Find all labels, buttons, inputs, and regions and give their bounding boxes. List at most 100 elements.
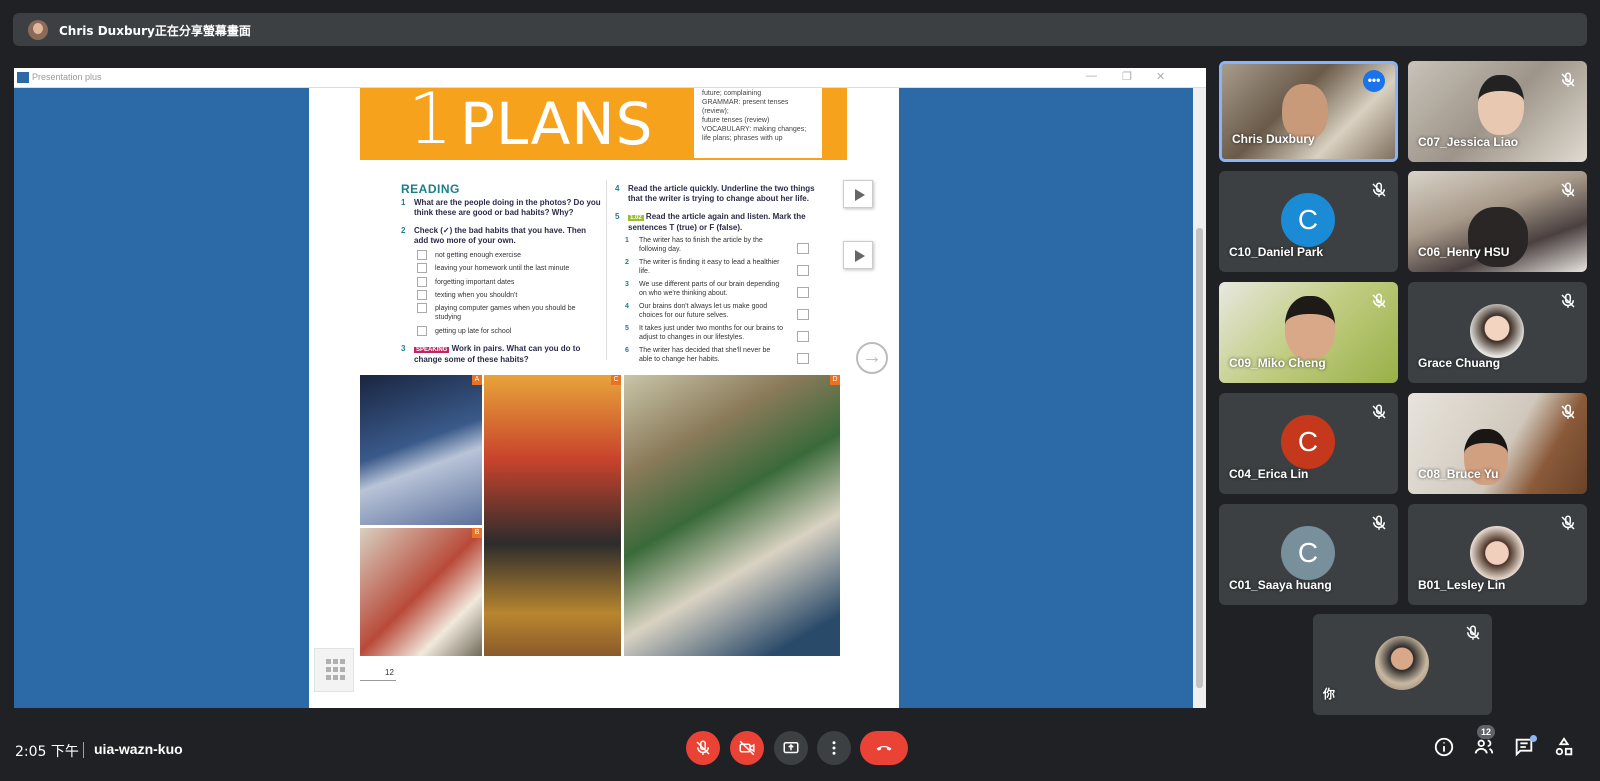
window-scrollbar[interactable]	[1193, 88, 1206, 708]
leave-call-icon	[876, 745, 892, 751]
avatar-initial: C	[1281, 193, 1335, 247]
answer-box[interactable]	[797, 265, 809, 276]
mic-off-icon	[1370, 514, 1388, 532]
habit-label: getting up late for school	[435, 328, 512, 335]
minimize-button[interactable]: —	[1086, 70, 1097, 82]
bottom-bar: 2:05 下午 uia-wazn-kuo 12	[0, 718, 1600, 781]
photo-students-studying[interactable]: D	[624, 375, 840, 656]
mic-off-icon	[1559, 292, 1577, 310]
photo-boy-gaming[interactable]: A	[360, 375, 482, 525]
activities-button[interactable]	[1553, 736, 1577, 760]
habit-checkbox[interactable]	[417, 326, 427, 336]
participant-name: Chris Duxbury	[1232, 132, 1315, 146]
participant-tile[interactable]: C09_Miko Cheng	[1219, 282, 1398, 383]
unit-number: 1	[408, 78, 453, 160]
question-3: 3 SPEAKING Work in pairs. What can you d…	[401, 344, 581, 364]
habit-checkbox[interactable]	[417, 263, 427, 273]
question-4: 4 Read the article quickly. Underline th…	[615, 184, 815, 203]
participant-tile[interactable]: C C10_Daniel Park	[1219, 171, 1398, 272]
mic-off-icon	[1559, 181, 1577, 199]
habit-checkbox[interactable]	[417, 250, 427, 260]
play-audio-button[interactable]	[843, 241, 873, 269]
photo-label: A	[472, 375, 482, 385]
participant-tile[interactable]: C C01_Saaya huang	[1219, 504, 1398, 605]
close-button[interactable]: ✕	[1156, 70, 1165, 83]
meeting-code: uia-wazn-kuo	[94, 741, 183, 757]
page-grid-button[interactable]	[314, 648, 354, 692]
separator	[83, 742, 84, 758]
participant-tile[interactable]: ••• Chris Duxbury	[1219, 61, 1398, 162]
question-5: 5 1.02 Read the article again and listen…	[615, 212, 806, 232]
participant-tile[interactable]: C07_Jessica Liao	[1408, 61, 1587, 162]
textbook-page: 1 PLANS future; complaining GRAMMAR: pre…	[309, 78, 899, 708]
avatar-photo	[1470, 526, 1524, 580]
restore-button[interactable]: ❐	[1122, 70, 1132, 83]
participant-name: C01_Saaya huang	[1229, 578, 1332, 592]
presenter-avatar	[28, 20, 48, 40]
participant-tile[interactable]: Grace Chuang	[1408, 282, 1587, 383]
toggle-mic-button[interactable]	[686, 731, 720, 765]
participant-tile[interactable]: B01_Lesley Lin	[1408, 504, 1587, 605]
answer-box[interactable]	[797, 287, 809, 298]
participant-tile[interactable]: C06_Henry HSU	[1408, 171, 1587, 272]
more-icon	[832, 741, 836, 755]
toggle-camera-button[interactable]	[730, 731, 764, 765]
reading-heading: READING	[401, 182, 460, 196]
next-page-button[interactable]: →	[856, 342, 888, 374]
self-tile[interactable]: 你	[1313, 614, 1492, 715]
info-line: GRAMMAR: present tenses (review);	[702, 99, 789, 115]
photo-label: B	[472, 528, 482, 538]
photo-girl-running[interactable]: C	[484, 375, 621, 656]
answer-box[interactable]	[797, 353, 809, 364]
unit-title: PLANS	[460, 90, 654, 158]
participant-tile[interactable]: C C04_Erica Lin	[1219, 393, 1398, 494]
meeting-info-button[interactable]	[1433, 736, 1457, 760]
info-line: VOCABULARY: making changes;	[702, 126, 807, 133]
info-line: future; complaining	[702, 90, 762, 97]
shared-screen: Presentation plus — ❐ ✕ 1 PLANS future; …	[14, 68, 1206, 708]
speaking-tag: SPEAKING	[414, 347, 450, 353]
present-button[interactable]	[774, 731, 808, 765]
avatar-photo	[1375, 636, 1429, 690]
page-rule	[360, 680, 396, 681]
participant-name: 你	[1323, 687, 1336, 701]
participant-name: Grace Chuang	[1418, 356, 1501, 370]
question-2: 2 Check (✓) the bad habits that you have…	[401, 226, 587, 245]
mic-off-icon	[1559, 71, 1577, 89]
play-audio-button[interactable]	[843, 180, 873, 208]
window-title: Presentation plus	[32, 72, 102, 82]
statement: 4 Our brains don't always let us make goo…	[625, 303, 768, 319]
leave-call-button[interactable]	[860, 731, 908, 765]
mic-off-icon	[1464, 624, 1482, 642]
avatar-initial: C	[1281, 526, 1335, 580]
answer-box[interactable]	[797, 243, 809, 254]
more-options-button[interactable]: •••	[1363, 70, 1385, 92]
photo-boy-eating[interactable]: B	[360, 528, 482, 656]
scroll-thumb[interactable]	[1196, 228, 1203, 688]
avatar-photo	[1470, 304, 1524, 358]
answer-box[interactable]	[797, 309, 809, 320]
habit-checkbox[interactable]	[417, 290, 427, 300]
people-button[interactable]	[1473, 736, 1497, 760]
participant-name: C08_Bruce Yu	[1418, 467, 1499, 481]
participant-name: C04_Erica Lin	[1229, 467, 1309, 481]
camera-off-icon	[739, 740, 755, 756]
participant-name: C09_Miko Cheng	[1229, 356, 1326, 370]
avatar-initial: C	[1281, 415, 1335, 469]
habit-checkbox[interactable]	[417, 277, 427, 287]
habit-checkbox[interactable]	[417, 303, 427, 313]
people-icon	[1474, 739, 1494, 754]
participant-name: C07_Jessica Liao	[1418, 135, 1519, 149]
question-1: 1 What are the people doing in the photo…	[401, 198, 601, 217]
app-logo-icon	[17, 72, 29, 83]
mic-off-icon	[1370, 181, 1388, 199]
column-divider	[606, 180, 607, 360]
participant-name: C10_Daniel Park	[1229, 245, 1324, 259]
mic-off-icon	[696, 740, 710, 755]
statement: 3 We use different parts of our brain dep…	[625, 281, 780, 297]
more-options-button[interactable]	[817, 731, 851, 765]
participant-tile[interactable]: C08_Bruce Yu	[1408, 393, 1587, 494]
answer-box[interactable]	[797, 331, 809, 342]
mic-off-icon	[1559, 403, 1577, 421]
habit-label: not getting enough exercise	[435, 252, 522, 259]
